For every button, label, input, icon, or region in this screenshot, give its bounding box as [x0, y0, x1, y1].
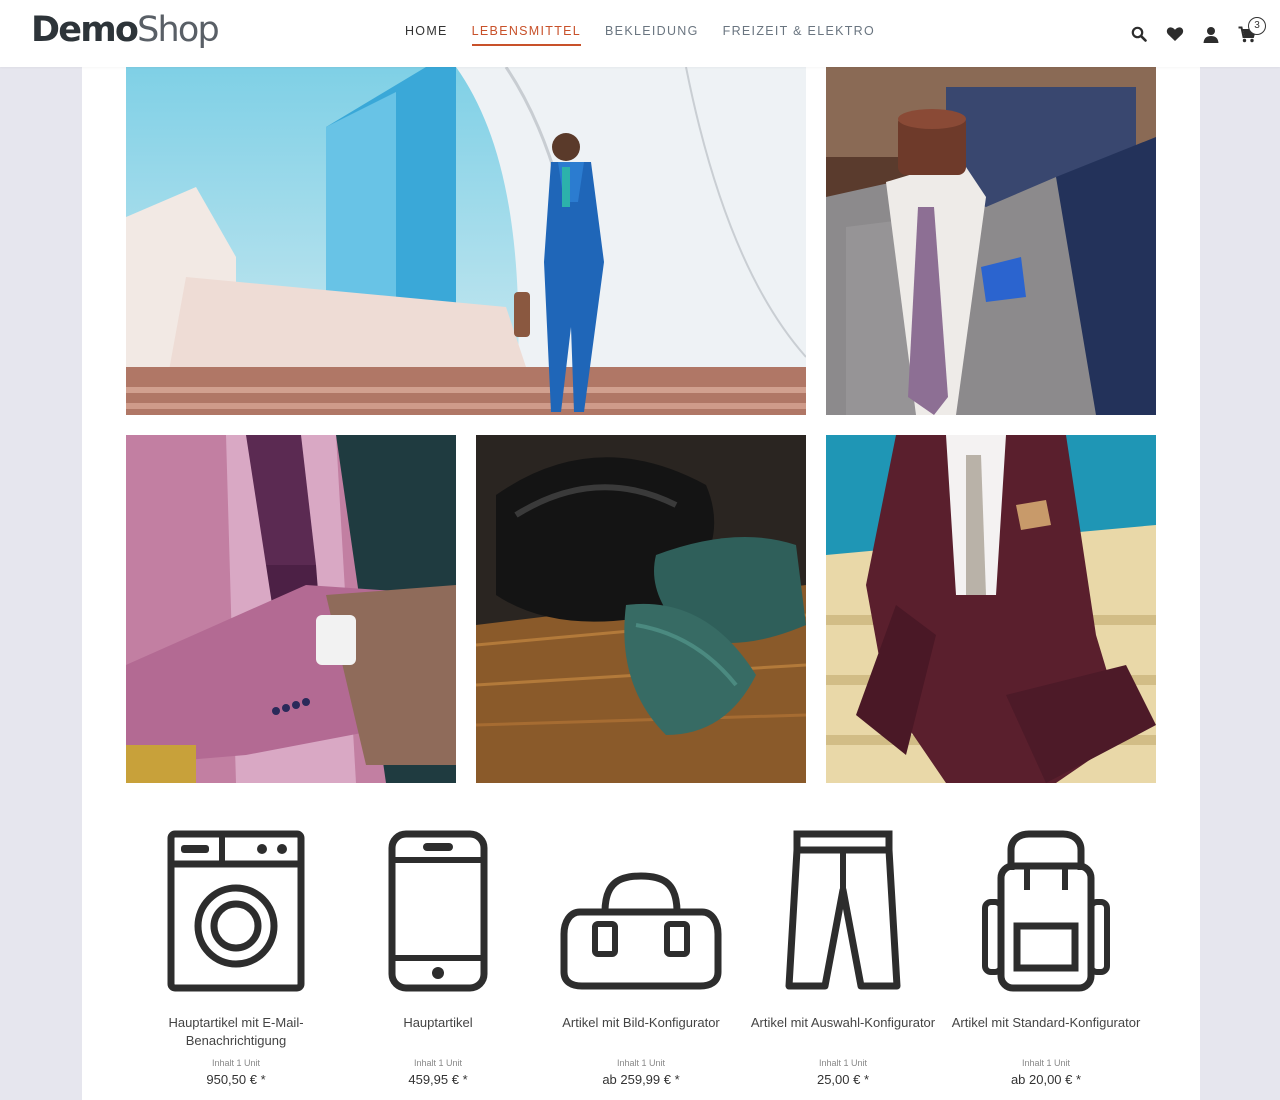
site-header: DemoShop HOME LEBENSMITTEL BEKLEIDUNG FR…	[0, 0, 1280, 67]
user-icon[interactable]	[1200, 23, 1222, 45]
product-unit: Inhalt 1 Unit	[1021, 1058, 1071, 1068]
product-price: 950,50 € *	[206, 1072, 266, 1087]
product-name[interactable]: Hauptartikel mit E-Mail-Benachrichtigung	[136, 1014, 336, 1050]
main-content: Hauptartikel mit E-Mail-Benachrichtigung…	[82, 67, 1200, 1100]
cart-icon[interactable]: 3	[1236, 17, 1266, 45]
product-price: 25,00 € *	[816, 1072, 870, 1087]
product-card[interactable]: Hauptartikel Inhalt 1 Unit 459,95 € *	[338, 822, 538, 1087]
smartphone-icon	[338, 822, 538, 992]
burgundy-suit-stairs-photo[interactable]	[826, 435, 1156, 783]
product-unit: Inhalt 1 Unit	[616, 1058, 666, 1068]
washing-machine-icon	[136, 822, 336, 992]
bag-icon	[541, 822, 741, 992]
product-card[interactable]: Artikel mit Bild-Konfigurator Inhalt 1 U…	[541, 822, 741, 1087]
nav-item-home[interactable]: HOME	[405, 22, 448, 46]
product-card[interactable]: Hauptartikel mit E-Mail-Benachrichtigung…	[136, 822, 336, 1087]
product-unit: Inhalt 1 Unit	[211, 1058, 261, 1068]
product-name[interactable]: Hauptartikel	[338, 1014, 538, 1050]
product-card[interactable]: Artikel mit Auswahl-Konfigurator Inhalt …	[743, 822, 943, 1087]
pink-blazer-photo[interactable]	[126, 435, 456, 783]
nav-item-freizeit-elektro[interactable]: FREIZEIT & ELEKTRO	[723, 22, 875, 46]
heart-icon[interactable]	[1164, 23, 1186, 45]
search-icon[interactable]	[1128, 23, 1150, 45]
nav-item-lebensmittel[interactable]: LEBENSMITTEL	[471, 22, 582, 46]
product-unit: Inhalt 1 Unit	[818, 1058, 868, 1068]
leather-shoes-green-tie-photo[interactable]	[476, 435, 806, 783]
product-card[interactable]: Artikel mit Standard-Konfigurator Inhalt…	[946, 822, 1146, 1087]
product-unit: Inhalt 1 Unit	[413, 1058, 463, 1068]
main-navigation: HOME LEBENSMITTEL BEKLEIDUNG FREIZEIT & …	[0, 22, 1280, 46]
backpack-icon	[946, 822, 1146, 992]
header-actions: 3	[1128, 17, 1266, 48]
trousers-icon	[743, 822, 943, 992]
businessman-blue-suit-photo[interactable]	[126, 67, 806, 415]
product-name[interactable]: Artikel mit Auswahl-Konfigurator	[743, 1014, 943, 1050]
product-name[interactable]: Artikel mit Standard-Konfigurator	[946, 1014, 1146, 1050]
nav-item-bekleidung[interactable]: BEKLEIDUNG	[605, 22, 699, 46]
product-name[interactable]: Artikel mit Bild-Konfigurator	[541, 1014, 741, 1050]
cart-count-badge: 3	[1248, 17, 1266, 35]
product-price: 459,95 € *	[408, 1072, 468, 1087]
product-price: ab 20,00 € *	[1010, 1072, 1082, 1087]
product-list: Hauptartikel mit E-Mail-Benachrichtigung…	[126, 822, 1156, 1100]
plaid-suit-mannequin-photo[interactable]	[826, 67, 1156, 415]
product-price: ab 259,99 € *	[602, 1072, 680, 1087]
